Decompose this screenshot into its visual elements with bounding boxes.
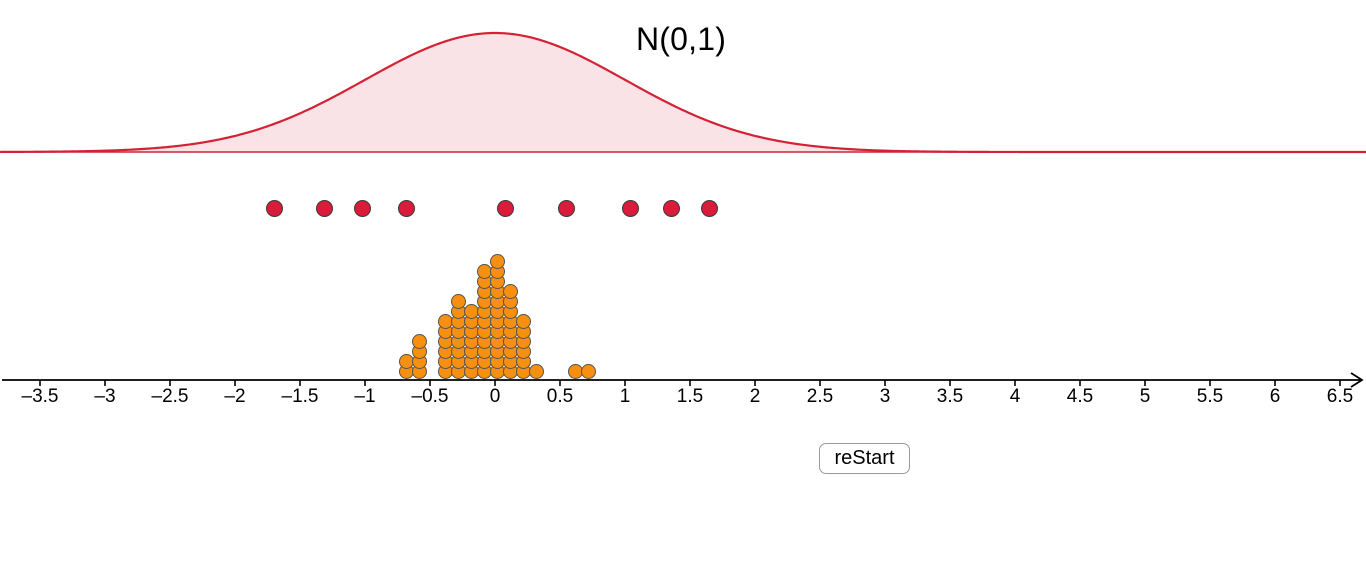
- restart-button[interactable]: reStart: [819, 443, 910, 474]
- axis-tick-label: 3: [879, 386, 891, 407]
- axis-tick-label: 4.5: [1066, 386, 1094, 407]
- axis-tick-label: 1.5: [676, 386, 704, 407]
- axis-line-svg: [2, 372, 1364, 388]
- axis-tick-label: 6.5: [1326, 386, 1354, 407]
- axis-tick-label: –2.5: [151, 386, 189, 407]
- axis-tick-label: 0: [489, 386, 501, 407]
- axis-tick-label: –2: [224, 386, 246, 407]
- axis-tick-label: 4: [1009, 386, 1021, 407]
- axis-tick-label: 5: [1139, 386, 1151, 407]
- axis-tick-label: –3: [94, 386, 116, 407]
- axis-tick-label: –0.5: [411, 386, 449, 407]
- axis-tick-label: 2: [749, 386, 761, 407]
- axis-tick-label: 3.5: [936, 386, 964, 407]
- axis-tick-label: –3.5: [21, 386, 59, 407]
- axis-tick-label: –1: [354, 386, 376, 407]
- axis-tick-label: 2.5: [806, 386, 834, 407]
- axis-tick-label: –1.5: [281, 386, 319, 407]
- x-axis: –3.5 –3 –2.5 –2 –1.5 –1 –0.5 0 0.5 1 1.5 2 2.5 3 3.5 4 4…: [0, 0, 1366, 576]
- axis-tick-label: 5.5: [1196, 386, 1224, 407]
- axis-tick-label: 6: [1269, 386, 1281, 407]
- axis-tick-label: 1: [619, 386, 631, 407]
- applet-stage: N(0,1) –3.5 –3 –2.5 –2 –1.5 –1 –0.5 0 0.5 1 1.5 2 2.…: [0, 0, 1366, 576]
- axis-tick-label: 0.5: [546, 386, 574, 407]
